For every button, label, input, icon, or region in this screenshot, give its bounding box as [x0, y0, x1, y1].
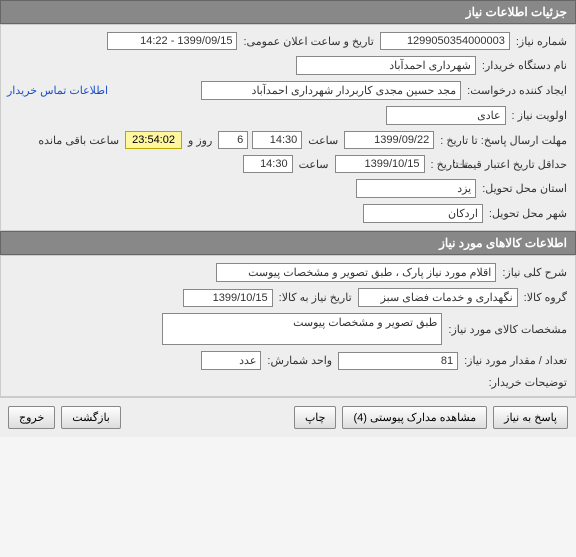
print-button[interactable]: چاپ [294, 406, 337, 429]
spec-field: طبق تصویر و مشخصات پیوست [162, 313, 442, 345]
unit-field: عدد [201, 351, 261, 370]
unit-label: واحد شمارش: [265, 354, 334, 367]
button-bar: پاسخ به نیاز مشاهده مدارک پیوستی (4) چاپ… [0, 397, 576, 437]
attachments-button[interactable]: مشاهده مدارک پیوستی (4) [342, 406, 487, 429]
buyer-notes-label: توضیحات خریدار: [487, 376, 569, 389]
city-field: اردکان [363, 204, 483, 223]
group-label: گروه کالا: [522, 291, 569, 304]
desc-field: اقلام مورد نیاز پارک ، طبق تصویر و مشخصا… [216, 263, 496, 282]
time-remaining-field: 23:54:02 [125, 131, 182, 149]
public-announce-field: 1399/09/15 - 14:22 [107, 32, 237, 50]
city-label: شهر محل تحویل: [487, 207, 569, 220]
need-number-field: 1299050354000003 [380, 32, 510, 50]
province-field: یزد [356, 179, 476, 198]
buyer-org-label: نام دستگاه خریدار: [480, 59, 569, 72]
exit-button[interactable]: خروج [8, 406, 55, 429]
deadline-date-field: 1399/09/22 [344, 131, 434, 149]
creator-field: مجد حسین مجدی کاربردار شهرداری احمدآباد [201, 81, 461, 100]
goods-date-field: 1399/10/15 [183, 289, 273, 307]
buyer-org-field: شهرداری احمدآباد [296, 56, 476, 75]
goods-date-label: تاریخ نیاز به کالا: [277, 291, 354, 304]
days-label: روز و [186, 134, 214, 147]
section1-body: شماره نیاز: 1299050354000003 تاریخ و ساع… [0, 24, 576, 231]
remaining-label: ساعت باقی مانده [36, 134, 121, 147]
validity-time-field: 14:30 [243, 155, 293, 173]
section2-header: اطلاعات کالاهای مورد نیاز [0, 231, 576, 255]
validity-label: حداقل تاریخ اعتبار قیمت: [474, 158, 569, 171]
section2-body: شرح کلی نیاز: اقلام مورد نیاز پارک ، طبق… [0, 255, 576, 397]
qty-field: 81 [338, 352, 458, 370]
back-button[interactable]: بازگشت [61, 406, 121, 429]
contact-link[interactable]: اطلاعات تماس خریدار [7, 84, 108, 97]
validity-date-field: 1399/10/15 [335, 155, 425, 173]
deadline-time-field: 14:30 [252, 131, 302, 149]
validity-time-label: ساعت [297, 158, 331, 171]
respond-button[interactable]: پاسخ به نیاز [493, 406, 568, 429]
qty-label: تعداد / مقدار مورد نیاز: [462, 354, 569, 367]
validity-to-label: تا تاریخ : [429, 158, 470, 171]
spec-label: مشخصات کالای مورد نیاز: [446, 323, 569, 336]
creator-label: ایجاد کننده درخواست: [465, 84, 569, 97]
section1-header: جزئیات اطلاعات نیاز [0, 0, 576, 24]
need-number-label: شماره نیاز: [514, 35, 569, 48]
deadline-label: مهلت ارسال پاسخ: تا تاریخ : [438, 134, 569, 147]
group-field: نگهداری و خدمات فضای سبز [358, 288, 518, 307]
province-label: استان محل تحویل: [480, 182, 569, 195]
public-announce-label: تاریخ و ساعت اعلان عمومی: [241, 35, 375, 48]
deadline-time-label: ساعت [306, 134, 340, 147]
desc-label: شرح کلی نیاز: [500, 266, 569, 279]
priority-field: عادی [386, 106, 506, 125]
priority-label: اولویت نیاز : [510, 109, 569, 122]
days-remaining-field: 6 [218, 131, 248, 149]
